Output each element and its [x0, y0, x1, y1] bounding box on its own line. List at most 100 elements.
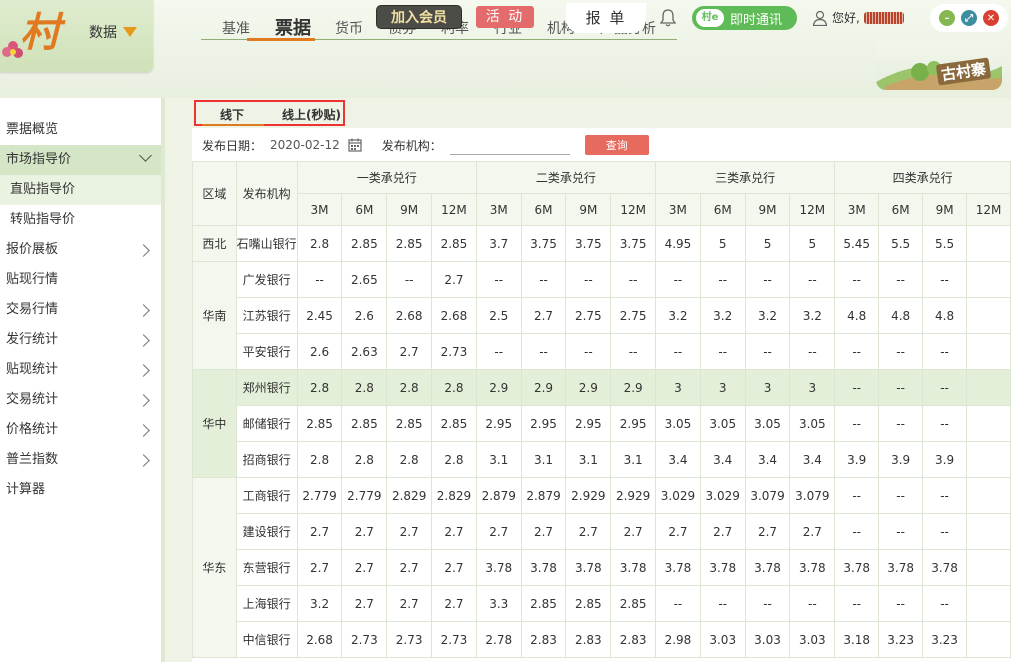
- data-menu[interactable]: 数据: [89, 22, 137, 42]
- close-icon[interactable]: ✕: [983, 10, 999, 26]
- org-input[interactable]: [449, 135, 570, 155]
- rate-cell: 2.7: [520, 513, 567, 550]
- rate-cell: 2.7: [341, 513, 388, 550]
- rate-cell: 3.2: [699, 297, 746, 334]
- calendar-icon[interactable]: [348, 138, 362, 152]
- maximize-icon[interactable]: ⤢: [961, 10, 977, 26]
- sidebar-item-overview[interactable]: 票据概览: [0, 115, 161, 145]
- rate-cell: 2.8: [296, 441, 343, 478]
- sidebar-item-discount-market[interactable]: 贴现行情: [0, 265, 161, 295]
- header-group-4: 四类承兑行: [834, 161, 1011, 194]
- rate-cell: 2.9: [610, 369, 657, 406]
- rate-cell: 2.98: [655, 621, 701, 658]
- rate-cell: 2.85: [565, 585, 612, 622]
- rate-cell: 2.68: [296, 621, 343, 658]
- sidebar-item-pulan-index[interactable]: 普兰指数: [0, 445, 161, 475]
- rate-cell: 2.6: [341, 297, 388, 334]
- table-row[interactable]: 西北 石嘴山银行 2.8 2.85 2.85 2.85 3.7 3.75 3.75 3.75 4.9…: [192, 225, 1011, 262]
- table-row[interactable]: 上海银行 3.2 2.7 2.7 2.7 3.3 2.85 2.85 2.85 -- -- -- -- -…: [193, 585, 1011, 622]
- nav-item-currency[interactable]: 货币: [335, 18, 363, 38]
- rate-cell: --: [699, 261, 746, 298]
- header-term: 9M: [744, 193, 791, 226]
- table-row[interactable]: 中信银行 2.68 2.73 2.73 2.73 2.78 2.83 2.83 2.83 2.98…: [193, 621, 1011, 658]
- rate-cell-clipped: [966, 513, 1011, 550]
- tab-offline[interactable]: 线下: [220, 106, 244, 123]
- sidebar-item-issue-stats[interactable]: 发行统计: [0, 325, 161, 355]
- sidebar-item-trade-stats[interactable]: 交易统计: [0, 385, 161, 415]
- table-row[interactable]: 邮储银行 2.85 2.85 2.85 2.85 2.95 2.95 2.95 2.95 3.05…: [193, 405, 1011, 442]
- rate-cell: 3.78: [610, 549, 657, 586]
- rate-cell: 3.05: [699, 405, 746, 442]
- rate-cell: 3.78: [520, 549, 567, 586]
- header-term: 3M: [296, 193, 343, 226]
- rate-cell: --: [655, 261, 701, 298]
- tab-online[interactable]: 线上(秒贴): [282, 106, 341, 123]
- query-button[interactable]: 查询: [584, 135, 649, 155]
- table-row[interactable]: 东营银行 2.7 2.7 2.7 2.7 3.78 3.78 3.78 3.78 3.78 3.78…: [193, 549, 1011, 586]
- report-button[interactable]: 报 单: [566, 3, 646, 33]
- rate-cell: 2.7: [520, 297, 567, 334]
- rate-cell: --: [386, 261, 433, 298]
- header-term: 12M: [966, 193, 1011, 226]
- org-cell: 东营银行: [235, 549, 298, 586]
- instant-chat-button[interactable]: 村e 即时通讯: [692, 6, 797, 30]
- table-row[interactable]: 华南 广发银行 -- 2.65 -- 2.7 -- -- -- -- -- -- -- -- -- -- --: [192, 261, 1011, 370]
- user-greeting: 您好,: [832, 11, 860, 25]
- sidebar-item-discount-stats[interactable]: 贴现统计: [0, 355, 161, 385]
- guide-price-table: 区域 发布机构 一类承兑行 二类承兑行 三类承兑行 四类承兑行 3M 6M 9M 12…: [192, 161, 1011, 658]
- nav-item-benchmark[interactable]: 基准: [222, 18, 250, 38]
- sidebar-item-direct-discount-guide[interactable]: 直贴指导价: [0, 175, 161, 205]
- sidebar-item-market-guide-price[interactable]: 市场指导价: [0, 145, 161, 175]
- sidebar-item-rediscount-guide[interactable]: 转贴指导价: [0, 205, 161, 235]
- user-menu[interactable]: 您好,: [812, 9, 904, 26]
- activity-button[interactable]: 活 动: [476, 6, 534, 28]
- rate-cell: 3.1: [565, 441, 612, 478]
- rate-cell: --: [878, 261, 924, 298]
- rate-cell: 3.4: [744, 441, 791, 478]
- rate-cell: --: [475, 261, 522, 298]
- table-row[interactable]: 华中 郑州银行 2.8 2.8 2.8 2.8 2.9 2.9 2.9 2.9 3 3 3 3 -- -- --: [192, 369, 1011, 478]
- table-row[interactable]: 华东 工商银行 2.779 2.779 2.829 2.829 2.879 2.879 2.92…: [192, 477, 1011, 658]
- sidebar-item-price-stats[interactable]: 价格统计: [0, 415, 161, 445]
- rate-cell: 2.83: [520, 621, 567, 658]
- date-value[interactable]: 2020-02-12: [270, 138, 340, 152]
- logo-block: 村 数据: [0, 0, 153, 72]
- table-row[interactable]: 招商银行 2.8 2.8 2.8 2.8 3.1 3.1 3.1 3.1 3.4 3.4 3.4 3.4…: [193, 441, 1011, 478]
- sidebar-item-calculator[interactable]: 计算器: [0, 475, 161, 505]
- table-row[interactable]: 江苏银行 2.45 2.6 2.68 2.68 2.5 2.7 2.75 2.75 3.2 3.2 3…: [193, 297, 1011, 334]
- bell-icon[interactable]: [660, 9, 676, 27]
- rate-cell-clipped: [966, 549, 1011, 586]
- rate-cell: 4.95: [655, 225, 701, 262]
- rate-cell: 2.85: [431, 225, 477, 262]
- table-row[interactable]: 建设银行 2.7 2.7 2.7 2.7 2.7 2.7 2.7 2.7 2.7 2.7 2.7 2.7…: [193, 513, 1011, 550]
- rate-cell: 2.7: [386, 549, 433, 586]
- rate-cell: 2.7: [699, 513, 746, 550]
- rate-cell: --: [744, 333, 791, 370]
- rate-cell: 5: [699, 225, 746, 262]
- rate-cell: 3.9: [878, 441, 924, 478]
- header-term: 6M: [520, 193, 567, 226]
- caret-down-icon: [123, 27, 137, 37]
- sidebar-item-label: 计算器: [6, 482, 46, 497]
- rate-cell-clipped: [966, 405, 1011, 442]
- rate-cell: 2.45: [296, 297, 343, 334]
- table-row[interactable]: 平安银行 2.6 2.63 2.7 2.73 -- -- -- -- -- -- -- -- -- -- --: [193, 333, 1011, 370]
- rate-cell: --: [834, 513, 880, 550]
- rate-cell: 3.78: [699, 549, 746, 586]
- rate-cell: 2.8: [386, 369, 433, 406]
- minimize-icon[interactable]: –: [939, 10, 955, 26]
- rate-cell: 3.9: [922, 441, 968, 478]
- header-org: 发布机构: [235, 161, 298, 226]
- rate-cell: 2.829: [431, 477, 477, 514]
- rate-cell: 2.7: [789, 513, 836, 550]
- join-member-button[interactable]: 加入会员: [376, 5, 462, 29]
- rate-cell-clipped: [966, 441, 1011, 478]
- nav-item-bills[interactable]: 票据: [275, 14, 311, 40]
- rate-cell: 3.78: [565, 549, 612, 586]
- rate-cell: 2.65: [341, 261, 388, 298]
- rate-cell: 5.45: [834, 225, 880, 262]
- rate-cell: 3.78: [922, 549, 968, 586]
- active-tab-underline: [202, 124, 264, 126]
- sidebar-item-quote-board[interactable]: 报价展板: [0, 235, 161, 265]
- sidebar-item-trade-market[interactable]: 交易行情: [0, 295, 161, 325]
